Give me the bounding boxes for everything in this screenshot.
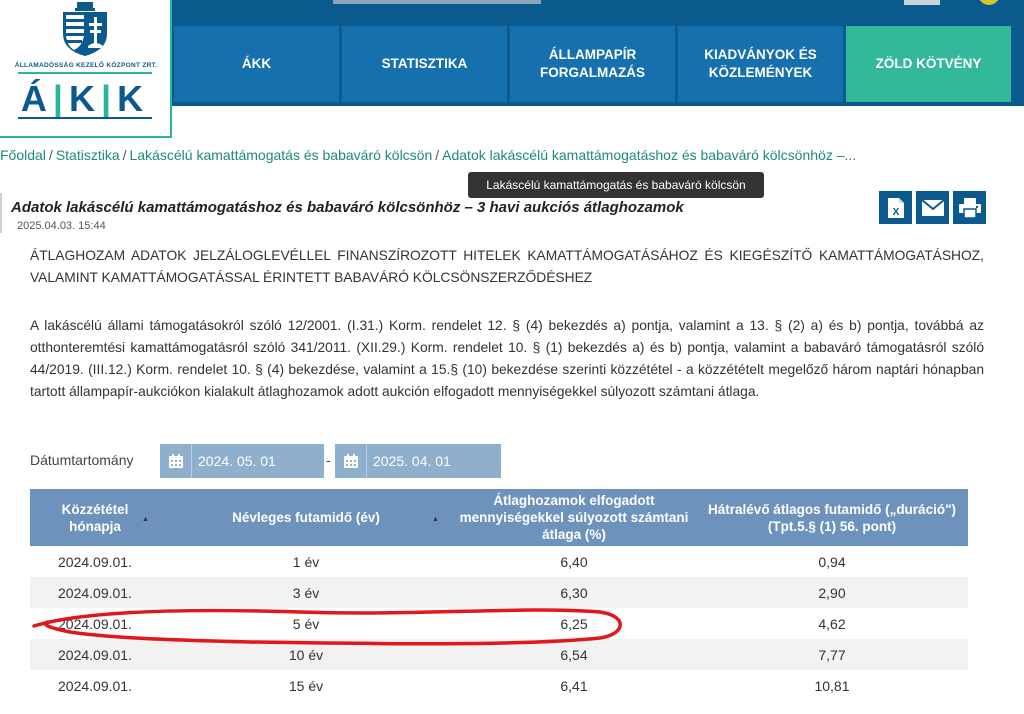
cell-publication-month: 2024.09.01.	[30, 608, 160, 639]
date-from-picker[interactable]	[160, 444, 324, 478]
breadcrumb-home[interactable]: Főoldal	[0, 147, 46, 163]
table-row: 2024.09.01. 10 év 6,54 7,77	[30, 639, 968, 670]
column-header-nominal-maturity[interactable]: Névleges futamidő (év) ▲	[160, 489, 452, 546]
table-row: 2024.09.01. 1 év 6,40 0,94	[30, 546, 968, 577]
svg-text:X: X	[892, 207, 899, 218]
column-header-duration[interactable]: Hátralévő átlagos futamidő („duráció") (…	[696, 489, 968, 546]
akk-logo[interactable]: ÁLLAMADÓSSÁG KEZELŐ KÖZPONT ZRT. Á|K|K	[0, 0, 172, 138]
excel-export-button[interactable]: X	[879, 191, 912, 224]
cell-average-yield: 6,40	[452, 546, 696, 577]
article-title: Adatok lakáscélú kamattámogatáshoz és ba…	[11, 199, 684, 216]
column-header-average-yield[interactable]: Átlaghozamok elfogadott mennyiségekkel s…	[452, 489, 696, 546]
date-from-input[interactable]	[192, 453, 322, 469]
logo-abbreviation: Á|K|K	[18, 78, 152, 120]
column-header-publication-month[interactable]: Közzététel hónapja ▲	[30, 489, 160, 546]
cell-average-yield: 6,54	[452, 639, 696, 670]
table-row: 2024.09.01. 5 év 6,25 4,62	[30, 608, 968, 639]
cell-duration: 4,62	[696, 608, 968, 639]
cell-duration: 0,94	[696, 546, 968, 577]
cell-average-yield: 6,41	[452, 670, 696, 701]
breadcrumb-lakascelu[interactable]: Lakáscélú kamattámogatás és babaváró köl…	[130, 147, 433, 163]
cell-publication-month: 2024.09.01.	[30, 670, 160, 701]
article-date: 2025.04.03. 15:44	[17, 220, 106, 232]
excel-icon: X	[887, 197, 904, 218]
table-row: 2024.09.01. 15 év 6,41 10,81	[30, 670, 968, 701]
breadcrumb-current[interactable]: Adatok lakáscélú kamattámogatáshoz és ba…	[442, 147, 856, 163]
article-accent-bar	[0, 193, 2, 233]
cell-duration: 10,81	[696, 670, 968, 701]
cell-nominal-maturity: 10 év	[160, 639, 452, 670]
cell-duration: 7,77	[696, 639, 968, 670]
column-header-label: Hátralévő átlagos futamidő („duráció") (…	[708, 501, 956, 534]
date-range-label: Dátumtartomány	[30, 452, 134, 468]
main-navigation: ÁKK STATISZTIKA ÁLLAMPAPÍR FORGALMAZÁS K…	[174, 26, 1011, 102]
email-share-button[interactable]	[916, 191, 949, 224]
envelope-icon	[921, 199, 944, 216]
breadcrumb: Főoldal / Statisztika / Lakáscélú kamattámog…	[0, 147, 856, 163]
date-range-separator: -	[326, 452, 331, 468]
calendar-icon[interactable]	[335, 444, 367, 478]
top-strip-bar	[333, 0, 541, 4]
logo-letter: K	[117, 78, 150, 119]
print-button[interactable]	[953, 191, 986, 224]
cell-publication-month: 2024.09.01.	[30, 577, 160, 608]
yield-table-container: Közzététel hónapja ▲ Névleges futamidő (é…	[30, 489, 968, 701]
sort-arrow-icon: ▲	[142, 516, 149, 523]
nav-item-label: ÁLLAMPAPÍR FORGALMAZÁS	[540, 47, 645, 80]
nav-item-zold-kotveny[interactable]: ZÖLD KÖTVÉNY	[846, 26, 1011, 102]
calendar-icon[interactable]	[160, 444, 192, 478]
top-strip-bar-small	[904, 0, 940, 5]
nav-item-kiadvanyok[interactable]: KIADVÁNYOK ÉS KÖZLEMÉNYEK	[678, 26, 843, 102]
sort-arrow-icon: ▲	[432, 516, 439, 523]
cell-duration: 2,90	[696, 577, 968, 608]
breadcrumb-separator: /	[435, 147, 440, 163]
logo-separator: |	[52, 78, 69, 119]
top-strip-indicator	[978, 0, 1000, 5]
nav-item-label: KIADVÁNYOK ÉS KÖZLEMÉNYEK	[704, 47, 817, 80]
article-heading: ÁTLAGHOZAM ADATOK JELZÁLOGLEVÉLLEL FINAN…	[30, 248, 984, 285]
nav-item-label: STATISZTIKA	[381, 56, 468, 71]
logo-underline	[18, 117, 152, 119]
breadcrumb-separator: /	[48, 147, 53, 163]
column-header-label: Átlaghozamok elfogadott mennyiségekkel s…	[459, 493, 689, 542]
table-row: 2024.09.01. 3 év 6,30 2,90	[30, 577, 968, 608]
cell-publication-month: 2024.09.01.	[30, 546, 160, 577]
nav-item-label: ÁKK	[241, 56, 272, 71]
cell-nominal-maturity: 15 év	[160, 670, 452, 701]
breadcrumb-separator: /	[122, 147, 127, 163]
logo-separator: |	[101, 78, 118, 119]
printer-icon	[958, 197, 981, 218]
article-actions: X	[879, 191, 986, 224]
column-header-label: Közzététel hónapja	[61, 501, 129, 534]
table-header-row: Közzététel hónapja ▲ Névleges futamidő (é…	[30, 489, 968, 546]
logo-letter: K	[69, 78, 101, 119]
coat-of-arms-icon	[63, 2, 107, 56]
cell-average-yield: 6,30	[452, 577, 696, 608]
nav-item-statisztika[interactable]: STATISZTIKA	[342, 26, 507, 102]
cell-average-yield: 6,25	[452, 608, 696, 639]
nav-item-allampapir-forgalmazas[interactable]: ÁLLAMPAPÍR FORGALMAZÁS	[510, 26, 675, 102]
nav-item-label: ZÖLD KÖTVÉNY	[875, 56, 982, 71]
cell-publication-month: 2024.09.01.	[30, 639, 160, 670]
nav-item-akk[interactable]: ÁKK	[174, 26, 339, 102]
logo-org-name: ÁLLAMADÓSSÁG KEZELŐ KÖZPONT ZRT.	[14, 62, 158, 69]
date-to-picker[interactable]	[335, 444, 501, 478]
date-to-input[interactable]	[367, 453, 497, 469]
cell-nominal-maturity: 1 év	[160, 546, 452, 577]
column-header-label: Névleges futamidő (év)	[232, 510, 380, 525]
cell-nominal-maturity: 5 év	[160, 608, 452, 639]
article-body: A lakáscélú állami támogatásokról szóló …	[30, 318, 984, 399]
logo-letter: Á	[20, 78, 53, 119]
breadcrumb-statisztika[interactable]: Statisztika	[56, 147, 120, 163]
logo-divider	[18, 72, 152, 74]
breadcrumb-tooltip: Lakáscélú kamattámogatás és babaváró köl…	[468, 172, 764, 198]
yield-table: Közzététel hónapja ▲ Névleges futamidő (é…	[30, 489, 968, 701]
cell-nominal-maturity: 3 év	[160, 577, 452, 608]
